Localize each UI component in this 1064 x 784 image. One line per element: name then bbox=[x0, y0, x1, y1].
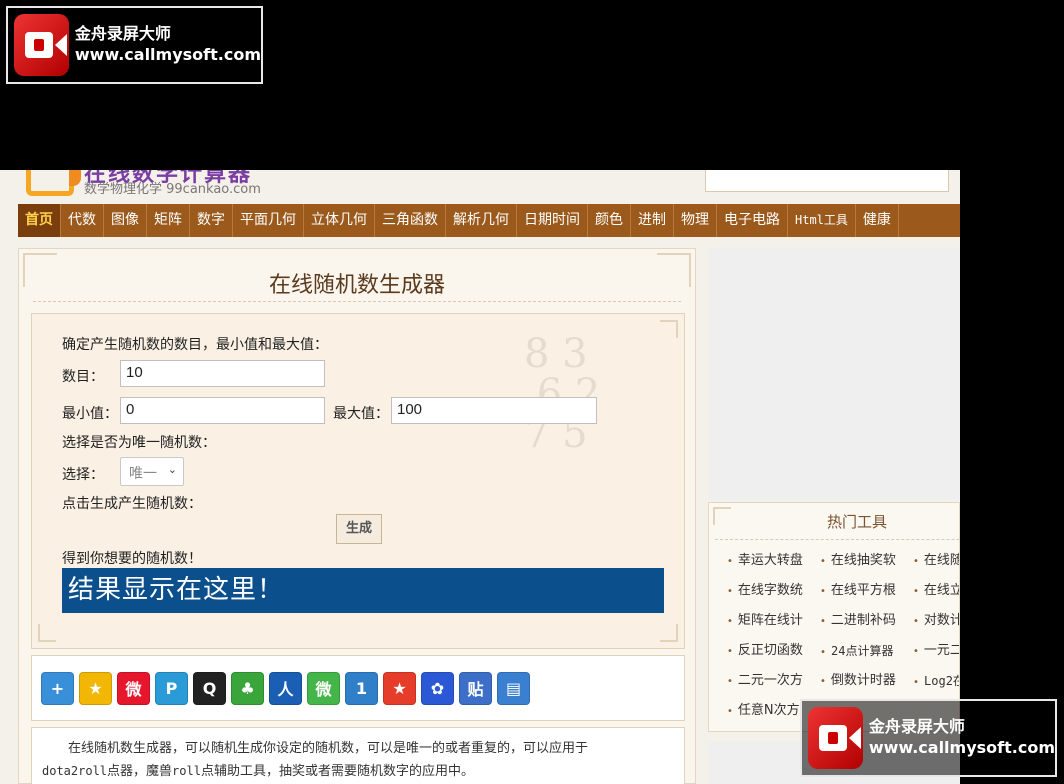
description-box: 在线随机数生成器，可以随机生成你设定的随机数，可以是唯一的或者重复的，可以应用于… bbox=[31, 727, 685, 784]
hot-tool-link[interactable]: Log2在 bbox=[913, 671, 959, 691]
nav-item-4[interactable]: 数字 bbox=[190, 204, 233, 237]
corner-ornament bbox=[660, 624, 678, 642]
result-display: 结果显示在这里！ bbox=[62, 568, 664, 613]
description-roll-term: roll bbox=[172, 764, 201, 778]
add-share-icon[interactable]: + bbox=[41, 671, 74, 705]
page-title: 在线随机数生成器 bbox=[268, 273, 445, 298]
screen-recorder-icon bbox=[808, 707, 863, 769]
logo-mark-icon bbox=[26, 170, 81, 196]
baidu-icon[interactable]: ✿ bbox=[421, 671, 454, 705]
tieba-icon[interactable]: 贴 bbox=[459, 671, 492, 705]
nav-item-5[interactable]: 平面几何 bbox=[233, 204, 304, 237]
count-input[interactable]: 10 bbox=[120, 360, 325, 387]
hot-tool-link[interactable]: 在线抽奖软 bbox=[820, 551, 913, 571]
hot-tool-link[interactable]: 二进制补码 bbox=[820, 611, 913, 631]
nav-item-14[interactable]: Html工具 bbox=[788, 204, 856, 237]
nav-item-7[interactable]: 三角函数 bbox=[375, 204, 446, 237]
site-logo[interactable]: 在线数学计算器 数学物理化学 99cankao.com bbox=[20, 170, 320, 200]
hot-tool-link[interactable]: 反正切函数 bbox=[727, 641, 820, 661]
star-icon[interactable]: ★ bbox=[383, 671, 416, 705]
max-input[interactable]: 100 bbox=[391, 397, 597, 424]
unique-prompt: 选择是否为唯一随机数： bbox=[62, 435, 216, 451]
nav-item-6[interactable]: 立体几何 bbox=[304, 204, 375, 237]
nav-item-0[interactable]: 首页 bbox=[18, 204, 61, 237]
hot-tool-link[interactable]: 对数计 bbox=[913, 611, 959, 631]
description-line-1: 在线随机数生成器，可以随机生成你设定的随机数，可以是唯一的或者重复的，可以应用于 bbox=[68, 741, 589, 756]
corner-ornament bbox=[38, 624, 56, 642]
unique-select-value: 唯一 bbox=[129, 466, 157, 482]
watermark-top: 金舟录屏大师 www.callmysoft.com bbox=[6, 6, 263, 84]
screen: 金舟录屏大师 www.callmysoft.com 在线数学计算器 数学物理化学… bbox=[0, 0, 1064, 784]
nav-item-9[interactable]: 日期时间 bbox=[517, 204, 588, 237]
kaixin-icon[interactable]: ♣ bbox=[231, 671, 264, 705]
nav-item-12[interactable]: 物理 bbox=[674, 204, 717, 237]
renren-icon[interactable]: 人 bbox=[269, 671, 302, 705]
hot-tools-list: 幸运大转盘在线抽奖软在线随在线字数统在线平方根在线立矩阵在线计二进制补码对数计反… bbox=[727, 551, 959, 721]
generate-button[interactable]: 生成 bbox=[336, 514, 382, 544]
weibo-icon[interactable]: 微 bbox=[117, 671, 150, 705]
hot-tools-title: 热门工具 bbox=[826, 513, 887, 531]
screen-recorder-icon bbox=[14, 14, 69, 76]
hot-tool-link[interactable]: 在线字数统 bbox=[727, 581, 820, 601]
description-dota-term: dota2roll bbox=[42, 764, 108, 778]
select-label: 选择： bbox=[62, 467, 104, 483]
hot-tool-link[interactable]: 二元一次方 bbox=[727, 671, 820, 691]
watermark-url: www.callmysoft.com bbox=[868, 738, 1055, 757]
nav-item-1[interactable]: 代数 bbox=[61, 204, 104, 237]
description-line-2: dota2roll点器，魔兽roll点辅助工具，抽奖或者需要随机数字的应用中。 bbox=[42, 760, 674, 783]
logo-subtitle: 数学物理化学 99cankao.com bbox=[84, 182, 261, 197]
hot-tool-link[interactable]: 在线立 bbox=[913, 581, 959, 601]
site-search-box[interactable] bbox=[705, 170, 949, 192]
result-label: 得到你想要的随机数！ bbox=[62, 551, 202, 567]
description-text-b: 点辅助工具，抽奖或者需要随机数字的应用中。 bbox=[200, 764, 474, 779]
nav-item-3[interactable]: 矩阵 bbox=[147, 204, 190, 237]
hot-tools-panel: 热门工具 幸运大转盘在线抽奖软在线随在线字数统在线平方根在线立矩阵在线计二进制补… bbox=[708, 502, 960, 732]
main-nav: 首页 代数 图像 矩阵 数字 平面几何 立体几何 三角函数 解析几何 日期时间 颜色 进制 物理 电子电路… bbox=[18, 204, 960, 237]
qq-icon[interactable]: Q bbox=[193, 671, 226, 705]
hot-tool-link[interactable]: 一元二 bbox=[913, 641, 959, 661]
description-text-a: 点器，魔兽 bbox=[107, 764, 173, 779]
divider bbox=[715, 539, 959, 540]
print-icon[interactable]: ▤ bbox=[497, 671, 530, 705]
watermark-url: www.callmysoft.com bbox=[74, 45, 261, 64]
hot-tool-link[interactable]: 倒数计时器 bbox=[820, 671, 913, 691]
unique-select[interactable]: 唯一 ⌄ bbox=[120, 457, 184, 486]
qzone-icon[interactable]: ★ bbox=[79, 671, 112, 705]
watermark-name: 金舟录屏大师 bbox=[74, 24, 171, 43]
web-page: 在线数学计算器 数学物理化学 99cankao.com 首页 代数 图像 矩阵 数字 平面… bbox=[0, 170, 960, 784]
min-input[interactable]: 0 bbox=[120, 397, 325, 424]
watermark-bottom: 金舟录屏大师 www.callmysoft.com bbox=[800, 699, 1057, 777]
generator-form: 8 3 6 27 5 确定产生随机数的数目，最小值和最大值： 数目： 10 最小… bbox=[31, 313, 685, 649]
hot-tool-link[interactable]: 在线平方根 bbox=[820, 581, 913, 601]
nav-item-15[interactable]: 健康 bbox=[856, 204, 899, 237]
douban-icon[interactable]: 1 bbox=[345, 671, 378, 705]
ad-placeholder bbox=[708, 248, 960, 500]
max-label: 最大值： bbox=[333, 406, 389, 422]
divider bbox=[33, 301, 681, 302]
instruction-text: 确定产生随机数的数目，最小值和最大值： bbox=[62, 337, 328, 353]
nav-item-13[interactable]: 电子电路 bbox=[717, 204, 788, 237]
nav-item-8[interactable]: 解析几何 bbox=[446, 204, 517, 237]
count-label: 数目： bbox=[62, 369, 104, 385]
min-label: 最小值： bbox=[62, 406, 118, 422]
hot-tool-link[interactable]: 在线随 bbox=[913, 551, 959, 571]
hot-tool-link[interactable]: 矩阵在线计 bbox=[727, 611, 820, 631]
main-panel: 在线随机数生成器 8 3 6 27 5 确定产生随机数的数目，最小值和最大值： … bbox=[18, 248, 696, 784]
nav-item-10[interactable]: 颜色 bbox=[588, 204, 631, 237]
watermark-name: 金舟录屏大师 bbox=[868, 717, 965, 736]
nav-item-11[interactable]: 进制 bbox=[631, 204, 674, 237]
tencent-weibo-icon[interactable]: P bbox=[155, 671, 188, 705]
nav-item-2[interactable]: 图像 bbox=[104, 204, 147, 237]
chevron-down-icon: ⌄ bbox=[167, 463, 177, 476]
generate-prompt: 点击生成产生随机数： bbox=[62, 496, 202, 512]
hot-tool-link[interactable]: 24点计算器 bbox=[820, 641, 913, 661]
share-bar: + ★ 微 P Q ♣ 人微 1 ★ ✿ 贴 ▤ bbox=[31, 655, 685, 721]
hot-tool-link[interactable]: 幸运大转盘 bbox=[727, 551, 820, 571]
wechat-icon[interactable]: 微 bbox=[307, 671, 340, 705]
